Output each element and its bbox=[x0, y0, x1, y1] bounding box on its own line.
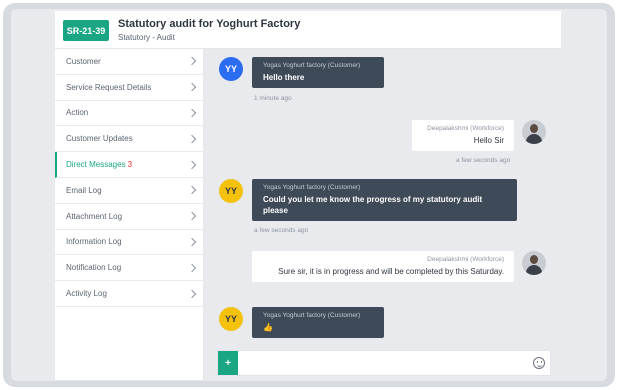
customer-avatar: YY bbox=[219, 179, 243, 203]
sidebar-item-label-wrap: Direct Messages 3 bbox=[66, 160, 132, 169]
smiley-icon[interactable] bbox=[533, 357, 545, 369]
sidebar-item-notification-log[interactable]: Notification Log bbox=[55, 255, 203, 282]
sidebar: Customer Service Request Details Action … bbox=[55, 49, 204, 380]
message-bubble-incoming: Yogas Yoghurt factory (Customer) Hello t… bbox=[252, 57, 384, 88]
chevron-right-icon bbox=[187, 186, 197, 195]
chevron-right-icon bbox=[187, 82, 197, 92]
workforce-avatar bbox=[522, 120, 546, 144]
sidebar-item-direct-messages[interactable]: Direct Messages 3 bbox=[55, 152, 203, 178]
sidebar-item-label: Customer Updates bbox=[66, 134, 133, 144]
message-sender: Deepalakshmi (Workforce) bbox=[427, 256, 504, 263]
message-bubble-incoming: Yogas Yoghurt factory (Customer) Could y… bbox=[252, 179, 517, 221]
message-timestamp: a few seconds ago bbox=[456, 157, 511, 164]
service-request-id-badge: SR-21-39 bbox=[63, 20, 109, 41]
message-bubble-outgoing: Deepalakshmi (Workforce) Sure sir, it is… bbox=[252, 251, 514, 282]
message-composer: + bbox=[217, 350, 551, 376]
chevron-right-icon bbox=[187, 237, 197, 247]
page-subtitle: Statutory - Audit bbox=[118, 33, 175, 42]
sidebar-item-label: Direct Messages bbox=[66, 160, 126, 170]
sidebar-item-service-request-details[interactable]: Service Request Details bbox=[55, 75, 203, 101]
sidebar-item-label: Action bbox=[66, 108, 89, 118]
unread-count-badge: 3 bbox=[127, 160, 133, 170]
message-input[interactable] bbox=[240, 353, 525, 373]
avatar-body bbox=[526, 265, 542, 275]
message-bubble-outgoing: Deepalakshmi (Workforce) Hello Sir bbox=[412, 120, 514, 151]
sidebar-item-customer[interactable]: Customer bbox=[55, 49, 203, 75]
page-title: Statutory audit for Yoghurt Factory bbox=[118, 18, 301, 30]
sidebar-item-label: Email Log bbox=[66, 185, 102, 195]
customer-avatar: YY bbox=[219, 307, 243, 331]
chevron-right-icon bbox=[187, 108, 197, 118]
message-timestamp: a few seconds ago bbox=[254, 227, 309, 234]
sidebar-item-label: Information Log bbox=[66, 237, 122, 247]
customer-avatar: YY bbox=[219, 57, 243, 81]
sidebar-item-customer-updates[interactable]: Customer Updates bbox=[55, 126, 203, 153]
sidebar-item-attachment-log[interactable]: Attachment Log bbox=[55, 204, 203, 230]
message-text: Hello there bbox=[263, 73, 305, 82]
avatar-head bbox=[530, 124, 538, 133]
message-text: Sure sir, it is in progress and will be … bbox=[278, 267, 504, 276]
message-timestamp: 1 minute ago bbox=[254, 95, 292, 102]
message-text: Could you let me know the progress of my… bbox=[263, 195, 483, 215]
chevron-right-icon bbox=[187, 134, 197, 144]
workforce-avatar bbox=[522, 251, 546, 275]
sidebar-item-information-log[interactable]: Information Log bbox=[55, 230, 203, 256]
chevron-right-icon bbox=[187, 57, 197, 66]
sidebar-item-activity-log[interactable]: Activity Log bbox=[55, 281, 203, 307]
sidebar-item-label: Customer bbox=[66, 56, 101, 66]
avatar-head bbox=[530, 255, 538, 264]
sidebar-item-label: Service Request Details bbox=[66, 82, 152, 92]
chevron-right-icon bbox=[187, 263, 197, 273]
sidebar-item-label: Notification Log bbox=[66, 263, 122, 273]
page-header: SR-21-39 Statutory audit for Yoghurt Fac… bbox=[55, 11, 561, 49]
sidebar-item-email-log[interactable]: Email Log bbox=[55, 178, 203, 204]
message-sender: Yogas Yoghurt factory (Customer) bbox=[263, 62, 361, 69]
message-text: Hello Sir bbox=[473, 136, 504, 145]
message-sender: Yogas Yoghurt factory (Customer) bbox=[263, 184, 361, 191]
add-attachment-button[interactable]: + bbox=[218, 351, 238, 375]
chevron-right-icon bbox=[187, 160, 197, 169]
chevron-right-icon bbox=[187, 289, 197, 298]
sidebar-item-action[interactable]: Action bbox=[55, 101, 203, 127]
avatar-body bbox=[526, 134, 542, 144]
message-sender: Yogas Yoghurt factory (Customer) bbox=[263, 312, 361, 319]
chevron-right-icon bbox=[187, 211, 197, 221]
thumbs-up-icon: 👍 bbox=[263, 323, 273, 332]
sidebar-item-label: Attachment Log bbox=[66, 211, 123, 221]
sidebar-item-label: Activity Log bbox=[66, 289, 107, 299]
message-thread: YY Yogas Yoghurt factory (Customer) Hell… bbox=[204, 49, 561, 349]
message-bubble-incoming: Yogas Yoghurt factory (Customer) 👍 bbox=[252, 307, 384, 338]
message-sender: Deepalakshmi (Workforce) bbox=[427, 125, 504, 132]
